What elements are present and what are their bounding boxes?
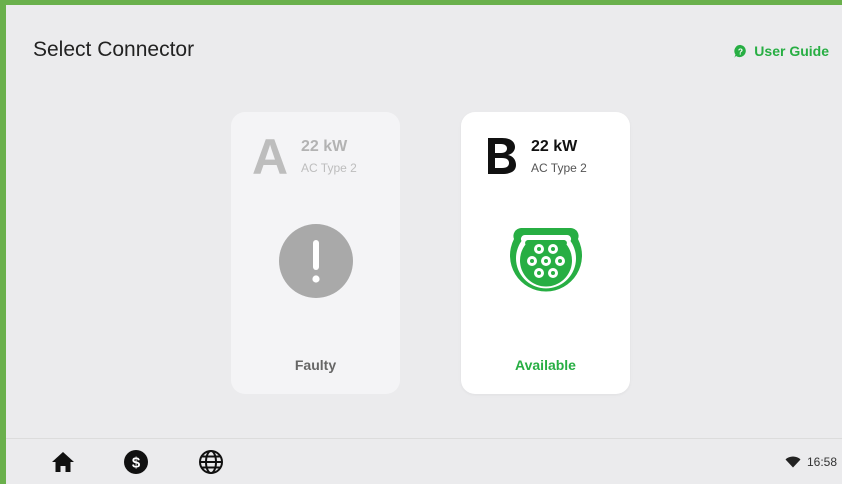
svg-text:$: $ bbox=[132, 455, 141, 472]
status-area: 16:58 bbox=[785, 455, 837, 469]
connector-type: AC Type 2 bbox=[301, 161, 357, 175]
help-bubble-icon: ? bbox=[734, 44, 747, 58]
connector-letter: A bbox=[252, 129, 289, 185]
connector-power: 22 kW bbox=[531, 138, 578, 155]
connector-power: 22 kW bbox=[301, 138, 348, 155]
billing-icon[interactable]: $ bbox=[123, 449, 149, 475]
warning-icon bbox=[279, 224, 353, 298]
page-title: Select Connector bbox=[33, 38, 195, 61]
user-guide-button[interactable]: ? User Guide bbox=[733, 43, 829, 59]
wifi-icon bbox=[785, 456, 801, 468]
connector-status: Available bbox=[515, 357, 576, 373]
connector-status: Faulty bbox=[294, 357, 337, 373]
user-guide-label: User Guide bbox=[754, 43, 829, 59]
connector-b-logo-icon bbox=[488, 138, 516, 174]
type2-plug-icon bbox=[510, 228, 582, 292]
screen: Select Connector ? User Guide A 22 kW AC… bbox=[0, 0, 842, 484]
home-icon[interactable] bbox=[50, 449, 76, 475]
language-globe-icon[interactable] bbox=[198, 449, 224, 475]
svg-text:?: ? bbox=[738, 46, 743, 56]
connector-type: AC Type 2 bbox=[531, 161, 587, 175]
clock-time: 16:58 bbox=[806, 455, 837, 469]
connector-card-b[interactable]: 22 kW AC Type 2 Available bbox=[461, 112, 630, 394]
connector-card-a[interactable]: A 22 kW AC Type 2 Faulty bbox=[231, 112, 400, 394]
bottom-bar: $ 16:58 bbox=[6, 438, 842, 484]
